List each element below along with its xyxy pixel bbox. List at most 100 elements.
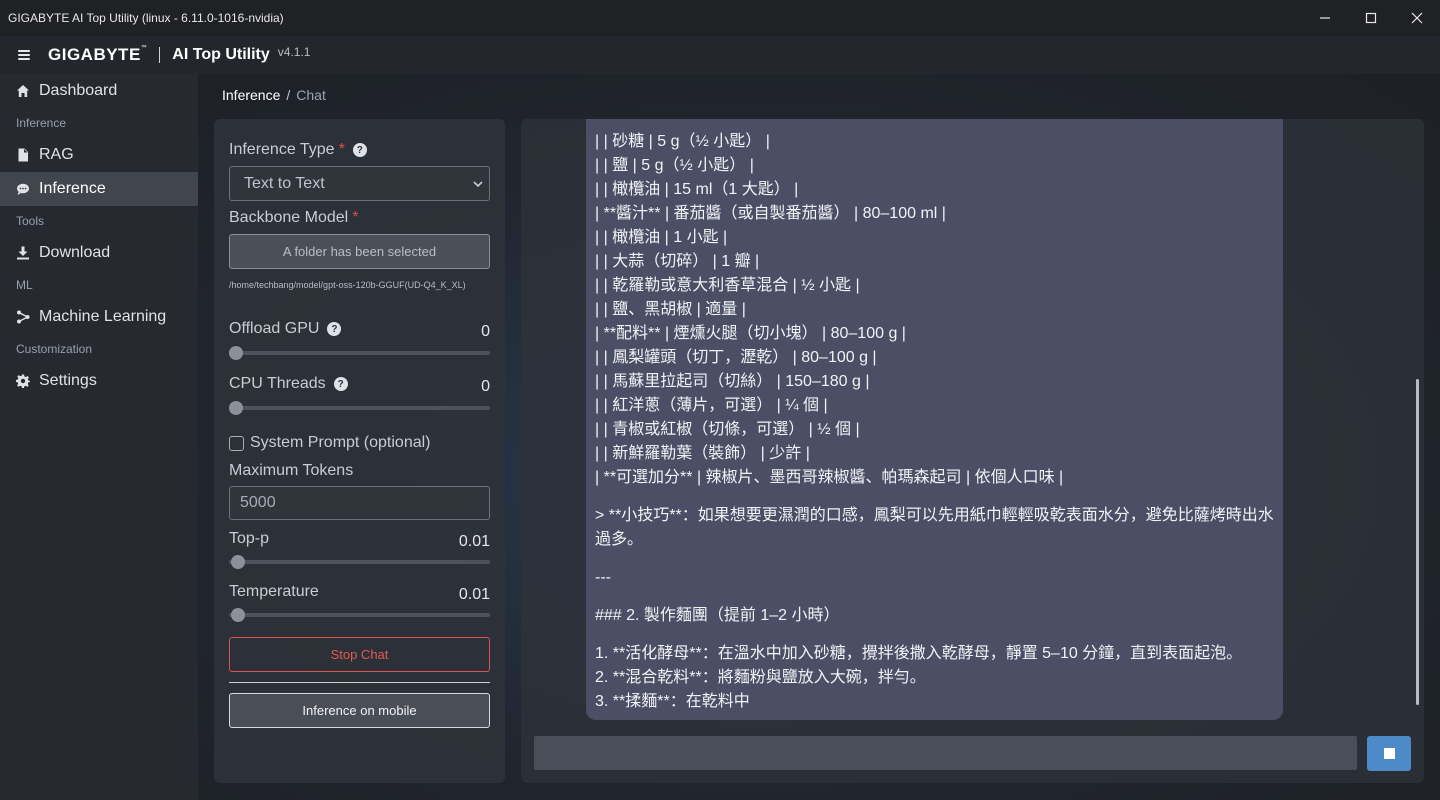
recipe-line: | | 橄欖油 | 15 ml（1 大匙） | (595, 181, 799, 198)
checkbox-box[interactable] (229, 435, 244, 451)
panel-divider (229, 682, 490, 683)
assistant-message-text: | | 砂糖 | 5 g（½ 小匙） | | | 鹽 | 5 g（½ 小匙） | |… (595, 130, 1275, 714)
slider-track (229, 613, 490, 617)
cpu-threads-value: 0 (481, 378, 490, 395)
network-icon (16, 310, 30, 324)
cpu-threads-text: CPU Threads (229, 375, 326, 392)
inference-type-text: Inference Type (229, 141, 335, 158)
close-icon (1411, 12, 1423, 24)
inference-type-select[interactable]: Text to Text (229, 166, 490, 201)
max-tokens-input[interactable]: 5000 (229, 486, 490, 520)
recipe-line: | | 乾羅勒或意大利香草混合 | ½ 小匙 | (595, 277, 860, 294)
recipe-line: | **醬汁** | 番茄醬（或自製番茄醬） | 80–100 ml | (595, 205, 946, 222)
sidebar-item-machine-learning[interactable]: Machine Learning (0, 300, 198, 334)
inference-type-value: Text to Text (244, 174, 325, 192)
recipe-table-lines: | | 砂糖 | 5 g（½ 小匙） | | | 鹽 | 5 g（½ 小匙） | |… (595, 130, 1275, 490)
inference-on-mobile-button[interactable]: Inference on mobile (229, 693, 490, 728)
sidebar-item-download[interactable]: Download (0, 236, 198, 270)
cpu-threads-slider[interactable] (229, 401, 490, 415)
window-title: GIGABYTE AI Top Utility (linux - 6.11.0-… (8, 11, 284, 25)
sidebar-item-label: RAG (39, 146, 74, 163)
sidebar-item-label: Inference (39, 180, 106, 197)
breadcrumb-chat: Chat (296, 87, 326, 103)
recipe-line: | | 新鮮羅勒葉（裝飾） | 少許 | (595, 445, 810, 462)
chevron-down-icon (473, 181, 483, 188)
recipe-line: | | 橄欖油 | 1 小匙 | (595, 229, 728, 246)
sidebar-item-rag[interactable]: RAG (0, 138, 198, 172)
required-mark: * (352, 209, 359, 226)
recipe-line: | | 鹽 | 5 g（½ 小匙） | (595, 157, 754, 174)
recipe-line: | | 鳳梨罐頭（切丁，瀝乾） | 80–100 g | (595, 349, 877, 366)
help-icon[interactable]: ? (333, 377, 348, 391)
slider-track (229, 560, 490, 564)
slider-track (229, 351, 490, 355)
slider-thumb[interactable] (229, 401, 243, 415)
select-folder-button[interactable]: A folder has been selected (229, 234, 490, 269)
temperature-slider[interactable] (229, 608, 490, 622)
recipe-line: | | 砂糖 | 5 g（½ 小匙） | (595, 133, 770, 150)
chat-bubble-icon (16, 182, 30, 196)
sidebar-item-label: Settings (39, 372, 97, 389)
maximize-button[interactable] (1348, 0, 1394, 36)
sidebar-item-inference[interactable]: Inference (0, 172, 198, 206)
chat-input[interactable] (534, 736, 1357, 770)
offload-gpu-value: 0 (481, 323, 490, 340)
menu-icon[interactable] (18, 50, 30, 60)
temperature-label: Temperature (229, 583, 319, 600)
help-icon[interactable]: ? (327, 322, 342, 336)
sidebar: Dashboard Inference RAG Inference Tools … (0, 74, 198, 800)
horizontal-rule: --- (595, 569, 611, 586)
sidebar-item-label: Machine Learning (39, 308, 167, 325)
system-prompt-label: System Prompt (optional) (250, 434, 431, 451)
sidebar-item-settings[interactable]: Settings (0, 364, 198, 398)
top-p-slider[interactable] (229, 555, 490, 569)
recipe-line: | | 青椒或紅椒（切條，可選） | ½ 個 | (595, 421, 860, 438)
slider-track (229, 406, 490, 410)
document-icon (16, 148, 30, 162)
recipe-line: | | 鹽、黑胡椒 | 適量 | (595, 301, 746, 318)
top-p-label: Top-p (229, 530, 270, 547)
inference-type-label: Inference Type *? (229, 141, 367, 159)
assistant-message-bubble: | | 砂糖 | 5 g（½ 小匙） | | | 鹽 | 5 g（½ 小匙） | |… (586, 119, 1283, 720)
recipe-line: | **配料** | 煙燻火腿（切小塊） | 80–100 g | (595, 325, 906, 342)
help-icon[interactable]: ? (352, 143, 367, 157)
app-header: GIGABYTE™ AI Top Utility v4.1.1 (0, 36, 1440, 74)
steps-list: 1. **活化酵母**：在溫水中加入砂糖，攪拌後撒入乾酵母，靜置 5–10 分鐘… (595, 642, 1275, 714)
breadcrumb-separator: / (286, 87, 291, 103)
top-p-value: 0.01 (458, 533, 490, 550)
model-path: /home/techbang/model/gpt-oss-120b-GGUF(U… (229, 280, 466, 290)
required-mark: * (338, 141, 345, 158)
step-item: 1. **活化酵母**：在溫水中加入砂糖，攪拌後撒入乾酵母，靜置 5–10 分鐘… (595, 645, 1243, 662)
offload-gpu-text: Offload GPU (229, 320, 320, 337)
download-icon (16, 246, 30, 260)
backbone-model-text: Backbone Model (229, 209, 349, 226)
close-button[interactable] (1394, 0, 1440, 36)
slider-thumb[interactable] (231, 608, 246, 622)
stop-chat-button[interactable]: Stop Chat (229, 637, 490, 672)
slider-thumb[interactable] (231, 555, 246, 569)
brand-name: GIGABYTE (48, 45, 141, 64)
recipe-line: | | 馬蘇里拉起司（切絲） | 150–180 g | (595, 373, 870, 390)
gear-icon (16, 374, 30, 388)
version-label: v4.1.1 (277, 45, 311, 59)
sidebar-section-ml: ML (16, 278, 33, 292)
sidebar-item-dashboard[interactable]: Dashboard (0, 74, 198, 108)
offload-gpu-slider[interactable] (229, 346, 490, 360)
minimize-button[interactable] (1302, 0, 1348, 36)
sidebar-section-customization: Customization (16, 342, 93, 356)
sidebar-item-label: Dashboard (39, 82, 118, 99)
breadcrumb: Inference / Chat (222, 87, 326, 103)
breadcrumb-inference[interactable]: Inference (222, 87, 280, 103)
chat-scrollbar[interactable] (1416, 379, 1419, 705)
backbone-model-label: Backbone Model * (229, 209, 358, 227)
cpu-threads-label: CPU Threads? (229, 375, 348, 393)
slider-thumb[interactable] (229, 346, 243, 360)
system-prompt-checkbox[interactable]: System Prompt (optional) (229, 434, 431, 452)
inference-settings-panel: Inference Type *? Text to Text Backbone M… (214, 119, 505, 783)
minimize-icon (1320, 17, 1330, 19)
recipe-line: | | 大蒜（切碎） | 1 瓣 | (595, 253, 760, 270)
stop-generation-button[interactable] (1367, 736, 1411, 771)
temperature-value: 0.01 (458, 586, 490, 603)
home-icon (16, 84, 30, 98)
sidebar-section-tools: Tools (16, 214, 45, 228)
